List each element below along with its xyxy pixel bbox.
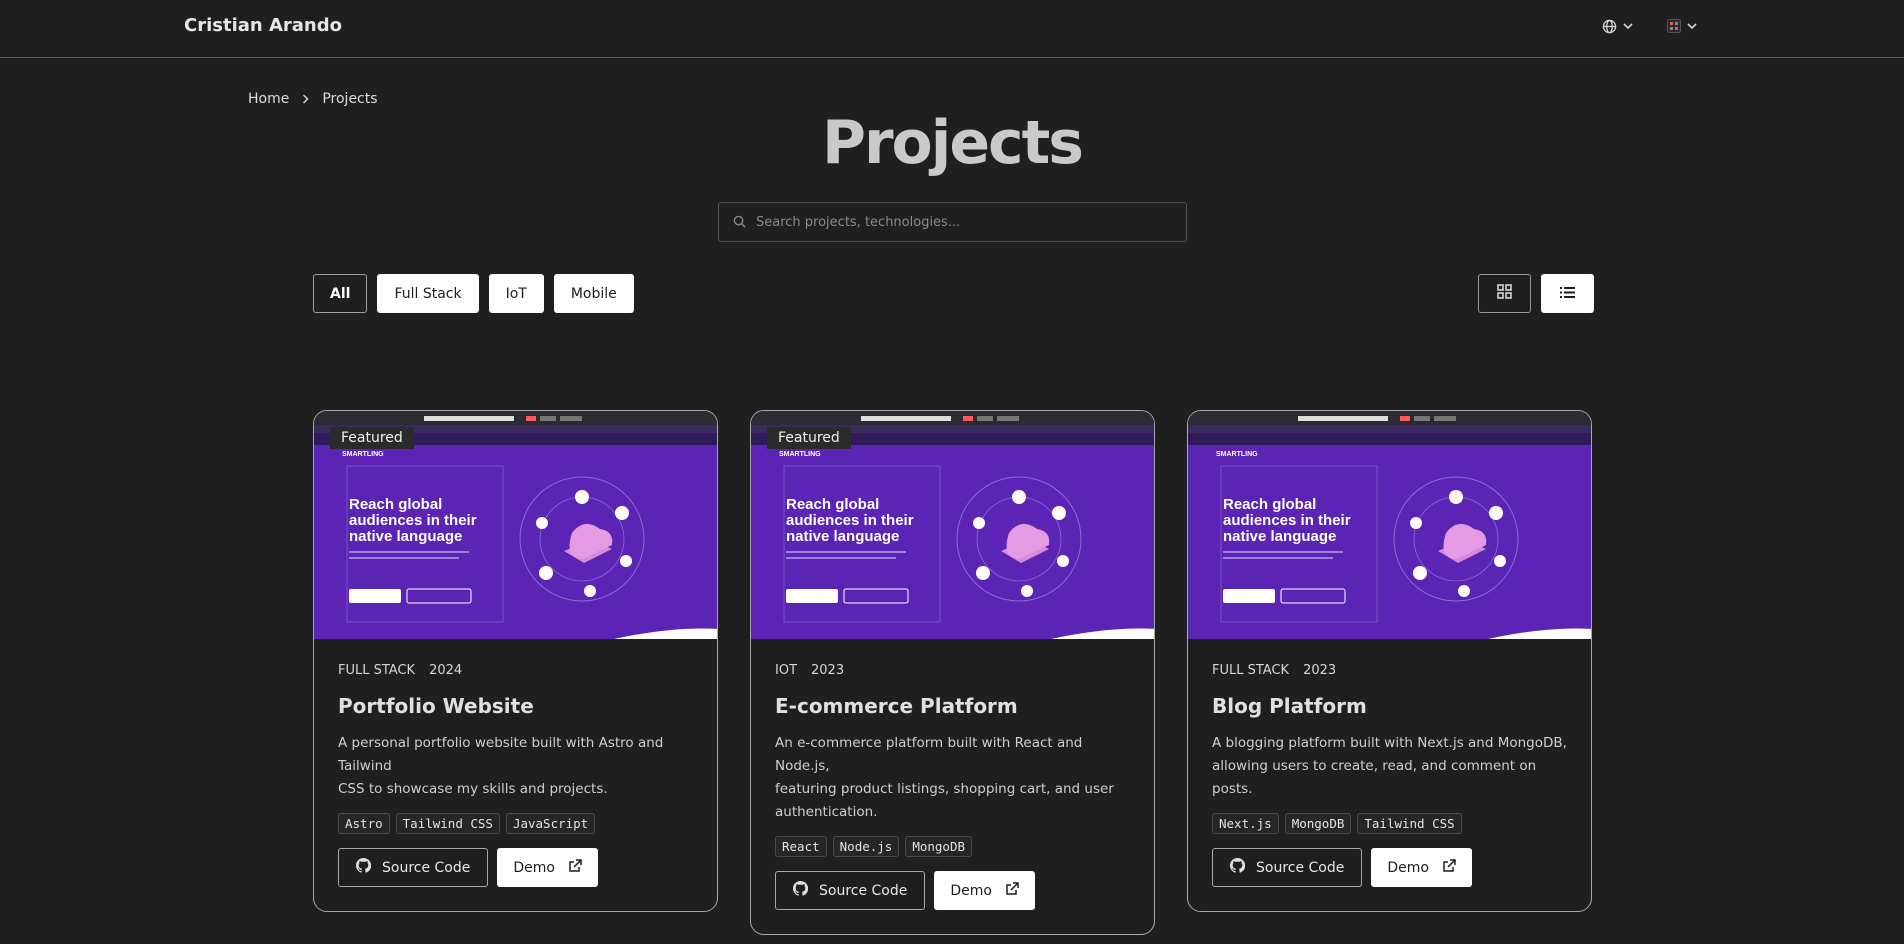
category-filters: All Full Stack IoT Mobile [313,274,634,313]
chevron-right-icon [302,94,309,104]
demo-label: Demo [1387,859,1429,876]
github-icon [1229,857,1246,877]
breadcrumb-current: Projects [322,91,378,107]
language-selector[interactable] [1602,17,1633,35]
featured-badge: Featured [330,427,414,449]
thumbnail-headline: audiences in their [349,512,477,529]
tech-tags: Astro Tailwind CSS JavaScript [338,813,693,834]
chevron-down-icon [1623,22,1633,30]
tech-tags: Next.js MongoDB Tailwind CSS [1212,813,1567,834]
project-description: An e-commerce platform built with React … [775,732,1130,824]
tech-tag: MongoDB [905,836,973,857]
tech-tag: Node.js [832,836,900,857]
breadcrumb: Home Projects [248,91,378,107]
tech-tag: Next.js [1212,813,1279,834]
tech-tag: Tailwind CSS [1357,813,1462,834]
description-line: CSS to showcase my skills and projects. [338,781,608,797]
source-code-label: Source Code [819,882,908,899]
list-icon [1560,284,1575,303]
project-year: 2023 [1303,663,1337,678]
filter-iot[interactable]: IoT [488,274,544,313]
thumbnail-headline: native language [1223,528,1336,545]
grid-icon [1497,284,1512,303]
tech-tag: Tailwind CSS [395,813,500,834]
project-card[interactable]: SMARTLING Reach global audiences in thei… [750,410,1155,935]
project-thumbnail: SMARTLING Reach global audiences in thei… [314,411,717,639]
chevron-down-icon [1687,22,1697,30]
featured-badge: Featured [767,427,851,449]
thumbnail-logo: SMARTLING [1216,451,1258,458]
thumbnail-headline: Reach global [1223,496,1316,513]
demo-button[interactable]: Demo [934,871,1035,910]
theme-palette-icon [1667,19,1681,33]
project-year: 2023 [811,663,845,678]
search-icon [733,213,746,232]
description-line: A blogging platform built with Next.js a… [1212,735,1567,751]
filter-full-stack[interactable]: Full Stack [377,274,479,313]
thumbnail-headline: audiences in their [786,512,914,529]
source-code-button[interactable]: Source Code [338,848,489,887]
project-description: A personal portfolio website built with … [338,732,693,801]
project-category: IOT [775,663,798,678]
github-icon [792,880,809,900]
demo-button[interactable]: Demo [497,848,598,887]
filter-all[interactable]: All [313,274,368,313]
project-description: A blogging platform built with Next.js a… [1212,732,1567,801]
search-input[interactable] [756,214,1176,230]
site-brand[interactable]: Cristian Arando [184,15,342,36]
thumbnail-headline: Reach global [786,496,879,513]
demo-label: Demo [513,859,555,876]
description-line: featuring product listings, shopping car… [775,781,1114,797]
list-view-button[interactable] [1541,274,1594,313]
source-code-label: Source Code [1256,859,1345,876]
page-title: Projects [821,108,1084,178]
thumbnail-logo: SMARTLING [779,451,821,458]
project-category: FULL STACK [1212,663,1290,678]
project-thumbnail: SMARTLING Reach global audiences in thei… [751,411,1154,639]
tech-tag: Astro [338,813,390,834]
demo-button[interactable]: Demo [1371,848,1472,887]
theme-selector[interactable] [1667,17,1697,35]
project-category: FULL STACK [338,663,416,678]
project-title[interactable]: E-commerce Platform [775,694,1130,718]
project-title[interactable]: Blog Platform [1212,694,1567,718]
thumbnail-headline: native language [786,528,899,545]
search-box[interactable] [718,202,1187,242]
source-code-label: Source Code [382,859,471,876]
source-code-button[interactable]: Source Code [1212,848,1363,887]
external-link-icon [1005,881,1019,900]
source-code-button[interactable]: Source Code [775,871,926,910]
thumbnail-headline: Reach global [349,496,442,513]
tech-tag: JavaScript [505,813,596,834]
grid-view-button[interactable] [1478,274,1531,313]
project-year: 2024 [429,663,463,678]
globe-icon [1602,19,1617,34]
external-link-icon [568,858,582,877]
description-line: allowing users to create, read, and comm… [1212,758,1537,797]
tech-tag: React [775,836,827,857]
thumbnail-logo: SMARTLING [342,451,384,458]
description-line: A personal portfolio website built with … [338,735,664,774]
project-title[interactable]: Portfolio Website [338,694,693,718]
breadcrumb-home-link[interactable]: Home [248,91,289,107]
project-thumbnail: SMARTLING Reach global audiences in thei… [1188,411,1591,639]
tech-tag: MongoDB [1284,813,1352,834]
external-link-icon [1442,858,1456,877]
thumbnail-headline: native language [349,528,462,545]
description-line: An e-commerce platform built with React … [775,735,1083,774]
thumbnail-headline: audiences in their [1223,512,1351,529]
github-icon [355,857,372,877]
project-card[interactable]: SMARTLING Reach global audiences in thei… [313,410,718,912]
project-card[interactable]: SMARTLING Reach global audiences in thei… [1187,410,1592,912]
demo-label: Demo [950,882,992,899]
top-navbar: Cristian Arando [0,0,1904,58]
description-line: authentication. [775,804,878,820]
tech-tags: React Node.js MongoDB [775,836,1130,857]
filter-mobile[interactable]: Mobile [553,274,634,313]
